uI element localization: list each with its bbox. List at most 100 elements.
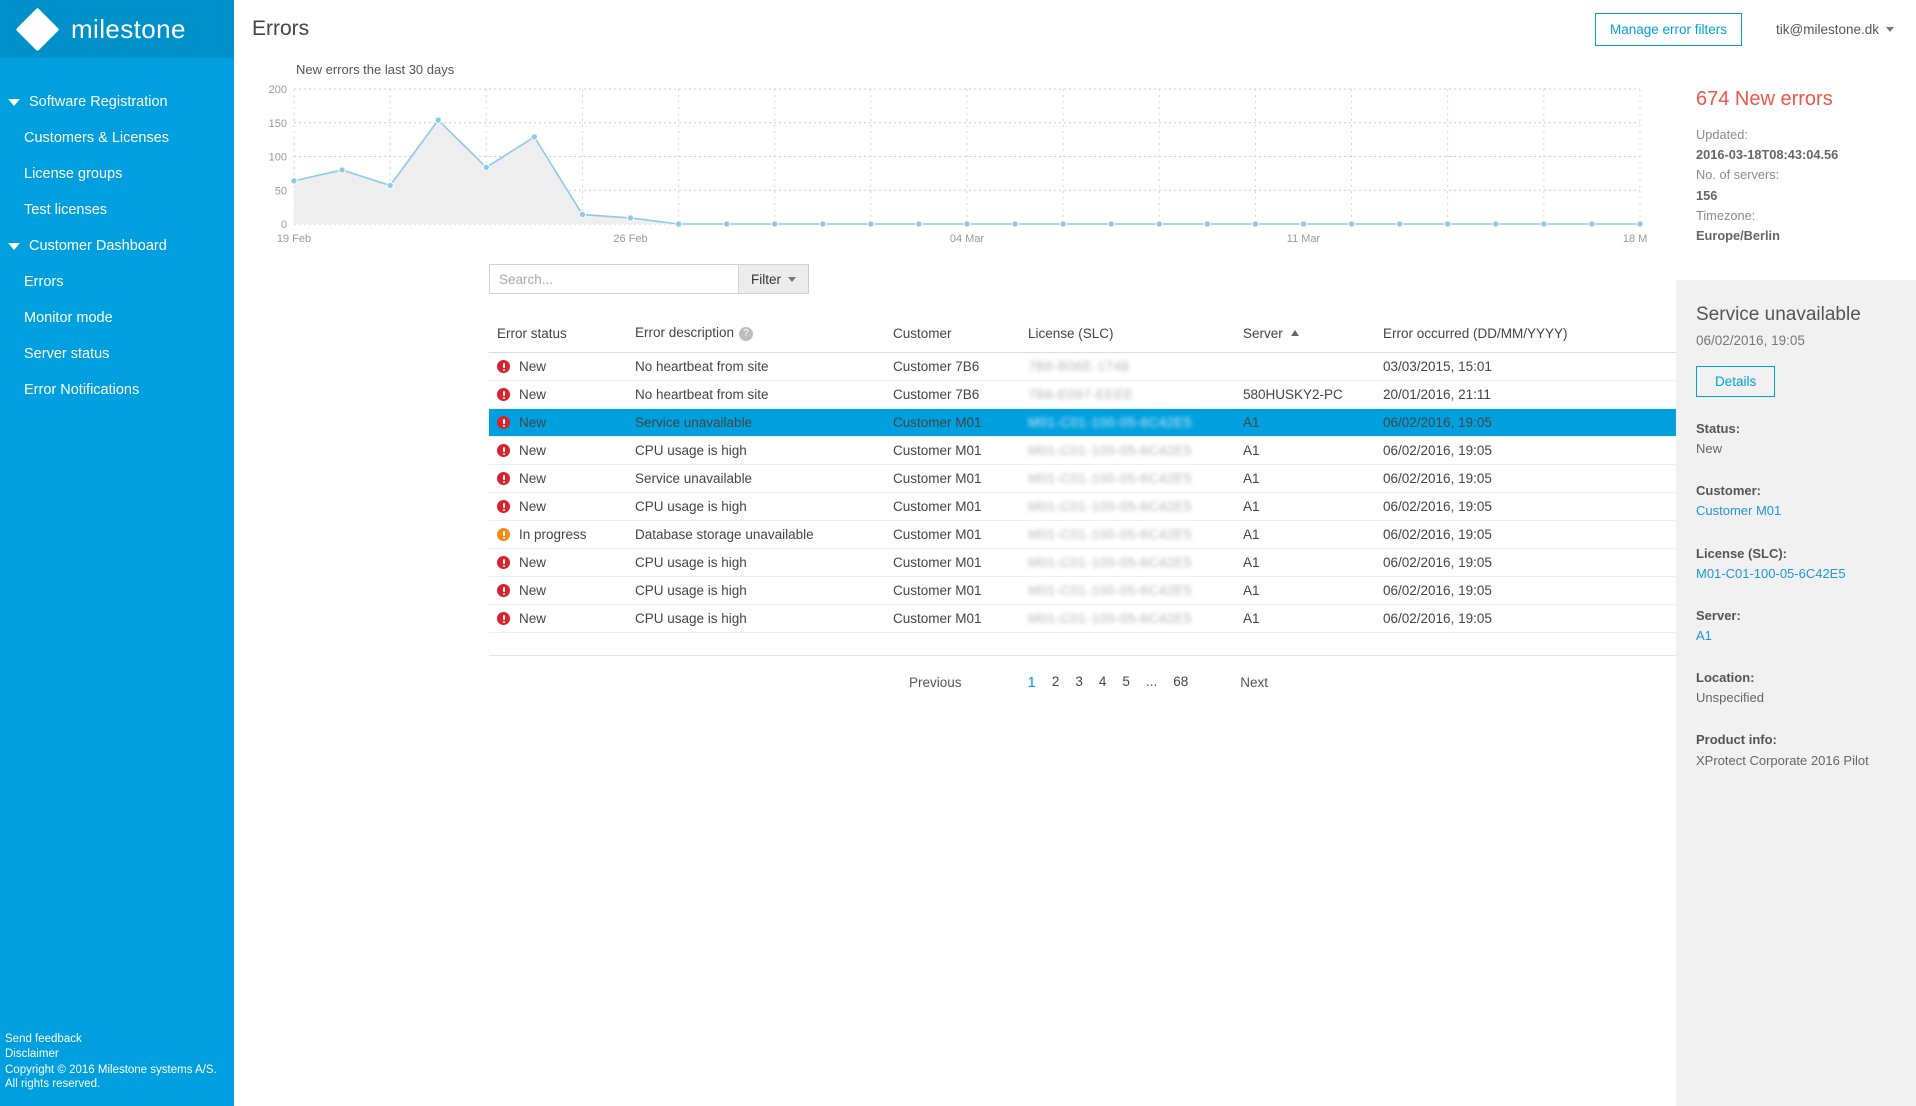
col-label: Server [1243,325,1283,341]
sidebar-item-monitor-mode[interactable]: Monitor mode [0,300,234,336]
cell-error-description: No heartbeat from site [629,352,887,381]
send-feedback-link[interactable]: Send feedback [5,1032,217,1047]
svg-text:100: 100 [269,152,287,164]
manage-error-filters-button[interactable]: Manage error filters [1594,12,1742,46]
svg-text:200: 200 [269,84,287,96]
cell-server: A1 [1237,520,1377,549]
cell-error-status: New [489,436,629,465]
col-error-description[interactable]: Error description? [629,316,887,353]
cell-license-slc: M01-C01-100-05-6C42E5 [1022,436,1237,465]
cell-license-slc: 7B6-B06E-1748 [1022,352,1237,381]
cell-license-slc: M01-C01-100-05-6C42E5 [1022,492,1237,521]
sidebar-group-software-registration[interactable]: Software Registration [0,84,234,120]
disclaimer-link[interactable]: Disclaimer [5,1047,217,1062]
status-label: New [519,387,547,402]
cell-customer: Customer 7B6 [887,380,1022,409]
pagination-page-4[interactable]: 4 [1091,674,1115,691]
detail-field-label: Customer: [1696,483,1762,499]
timezone-value: Europe/Berlin [1696,228,1780,244]
summary-fields: Updated: 2016-03-18T08:43:04.56 No. of s… [1696,125,1896,246]
cell-error-description: Service unavailable [629,464,887,493]
detail-field: License (SLC): M01-C01-100-05-6C42E5 [1696,544,1896,584]
cell-customer: Customer M01 [887,464,1022,493]
filter-label: Filter [751,271,781,287]
cell-server: A1 [1237,604,1377,633]
detail-field-value: Unspecified [1696,690,1764,706]
status-label: New [519,611,547,626]
detail-field: Customer: Customer M01 [1696,481,1896,521]
sidebar-item-test-licenses[interactable]: Test licenses [0,192,234,228]
sidebar-item-error-notifications[interactable]: Error Notifications [0,372,234,408]
sidebar-group-customer-dashboard[interactable]: Customer Dashboard [0,228,234,264]
search-input[interactable] [489,264,739,294]
main-content: Errors Manage error filters tik@mileston… [234,0,1916,1106]
status-label: New [519,471,547,486]
detail-field-value: XProtect Corporate 2016 Pilot [1696,752,1869,768]
cell-customer: Customer M01 [887,548,1022,577]
col-label: Error status [497,325,567,341]
col-server[interactable]: Server [1237,316,1377,353]
license-slc-value: M01-C01-100-05-6C42E5 [1028,415,1192,430]
col-license-slc[interactable]: License (SLC) [1022,316,1237,353]
license-slc-value: 7B6-E097-EEEE [1028,387,1134,402]
cell-license-slc: M01-C01-100-05-6C42E5 [1022,464,1237,493]
sidebar-item-server-status[interactable]: Server status [0,336,234,372]
new-errors-count: 674 New errors [1696,88,1833,110]
license-slc-value: M01-C01-100-05-6C42E5 [1028,499,1192,514]
error-icon [497,444,510,457]
pagination-page-5[interactable]: 5 [1114,674,1138,691]
chart-svg: 0 50 100 150 200 19 Feb 26 Feb 04 Mar 11 Mar 18 M… [269,84,1648,245]
col-customer[interactable]: Customer [887,316,1022,353]
col-label: Customer [893,325,952,341]
svg-text:18 Mar: 18 Mar [1623,233,1648,245]
license-slc-value: M01-C01-100-05-6C42E5 [1028,583,1192,598]
pagination-page-last[interactable]: 68 [1165,674,1196,691]
errors-chart: New errors the last 30 days 0 50 100 150 200… [234,58,1916,246]
error-icon [497,388,510,401]
detail-field-value[interactable]: Customer M01 [1696,501,1896,521]
question-mark-icon[interactable]: ? [739,327,754,341]
cell-error-description: CPU usage is high [629,492,887,521]
cell-license-slc: M01-C01-100-05-6C42E5 [1022,548,1237,577]
license-slc-value: M01-C01-100-05-6C42E5 [1028,611,1192,626]
user-menu[interactable]: tik@milestone.dk [1776,22,1894,37]
error-detail-panel: Service unavailable 06/02/2016, 19:05 De… [1676,280,1916,1106]
status-label: New [519,499,547,514]
caret-down-icon [8,98,20,106]
chart-title: New errors the last 30 days [296,62,455,77]
pagination-previous[interactable]: Previous [909,675,962,690]
sidebar-item-errors[interactable]: Errors [0,264,234,300]
cell-error-status: New [489,380,629,409]
filter-button[interactable]: Filter [739,264,809,294]
pagination-page-2[interactable]: 2 [1044,674,1068,691]
license-slc-value: M01-C01-100-05-6C42E5 [1028,471,1192,486]
cell-error-status: In progress [489,520,629,549]
svg-text:0: 0 [281,219,287,231]
detail-field: Location: Unspecified [1696,668,1896,708]
brand-logo[interactable]: milestone [0,0,234,58]
detail-field-value[interactable]: M01-C01-100-05-6C42E5 [1696,564,1896,584]
details-button[interactable]: Details [1696,366,1776,397]
license-slc-value: M01-C01-100-05-6C42E5 [1028,443,1192,458]
status-label: New [519,443,547,458]
cell-customer: Customer M01 [887,436,1022,465]
detail-field-value[interactable]: A1 [1696,626,1896,646]
sidebar-item-license-groups[interactable]: License groups [0,156,234,192]
col-error-status[interactable]: Error status [489,316,629,353]
cell-error-description: CPU usage is high [629,436,887,465]
svg-text:04 Mar: 04 Mar [950,233,985,245]
cell-license-slc: M01-C01-100-05-6C42E5 [1022,408,1237,437]
detail-field: Server: A1 [1696,606,1896,646]
error-icon [497,556,510,569]
cell-error-status: New [489,352,629,381]
status-label: New [519,555,547,570]
pagination-page-3[interactable]: 3 [1067,674,1091,691]
pagination-next[interactable]: Next [1240,675,1268,690]
top-bar: Errors Manage error filters tik@mileston… [234,0,1916,58]
error-icon [497,472,510,485]
cell-server: A1 [1237,492,1377,521]
pagination-page-1[interactable]: 1 [1020,674,1044,691]
sidebar-item-customers-licenses[interactable]: Customers & Licenses [0,120,234,156]
pagination-pages: 1 2 3 4 5... 68 [1020,674,1197,691]
updated-value: 2016-03-18T08:43:04.56 [1696,147,1839,163]
